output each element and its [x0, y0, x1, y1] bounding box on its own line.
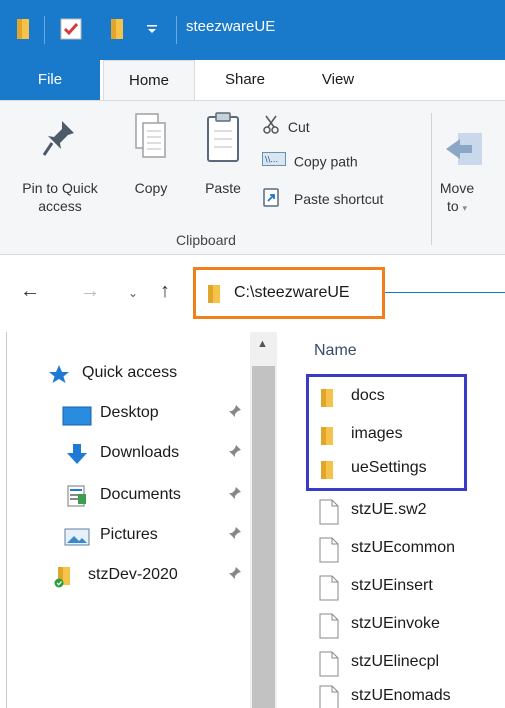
file-list: Name docs images ueSettings stzUE.sw2 st…: [277, 332, 505, 708]
file-name: stzUElinecpl: [351, 653, 440, 670]
paste-shortcut-button[interactable]: Paste shortcut: [262, 187, 383, 211]
folder-name: docs: [351, 387, 385, 404]
tab-file[interactable]: File: [0, 60, 100, 100]
synced-folder-icon: [54, 566, 74, 593]
move-to-label-line1: Move: [439, 180, 475, 196]
folder-name: ueSettings: [351, 459, 427, 476]
nav-pane-scrollbar[interactable]: ▲: [250, 332, 277, 708]
title-separator-2: [176, 16, 177, 44]
file-name: stzUEnomads: [351, 687, 451, 704]
nav-quick-access-label: Quick access: [82, 364, 178, 381]
navigation-pane: Quick access Desktop Downloads Documents: [0, 332, 250, 708]
copy-path-button[interactable]: \\... Copy path: [262, 151, 358, 170]
window-title: steezwareUE: [186, 18, 276, 35]
svg-text:\\...: \\...: [265, 155, 278, 164]
folder-name: images: [351, 425, 403, 442]
file-name: stzUEcommon: [351, 539, 456, 556]
navigation-bar: ← → ⌄ ↑ C:\steezwareUE: [0, 256, 505, 332]
nav-item-downloads[interactable]: Downloads: [62, 440, 250, 468]
downloads-icon: [66, 443, 88, 470]
pinned-icon: [228, 444, 242, 463]
file-name: stzUEinvoke: [351, 615, 440, 632]
tab-home[interactable]: Home: [103, 60, 195, 101]
nav-item-pictures-label: Pictures: [100, 526, 158, 543]
tab-share[interactable]: Share: [210, 60, 280, 100]
back-arrow-icon[interactable]: ←: [20, 280, 40, 303]
copy-button[interactable]: Copy: [128, 111, 174, 197]
move-to-label-line2: to ▾: [446, 198, 468, 214]
address-path: C:\steezwareUE: [234, 284, 350, 301]
folder-icon: [14, 18, 32, 44]
ribbon-tabs: File Home Share View: [0, 60, 505, 101]
paste-shortcut-label: Paste shortcut: [293, 191, 384, 207]
nav-quick-access[interactable]: Quick access: [48, 360, 238, 388]
file-icon: [319, 499, 339, 530]
nav-item-stzdev-2020[interactable]: stzDev-2020: [54, 562, 250, 590]
pin-label-line1: Pin to Quick: [22, 180, 98, 196]
copy-path-icon: \\...: [262, 152, 290, 170]
documents-icon: [66, 485, 88, 512]
forward-arrow-icon[interactable]: →: [80, 280, 100, 303]
nav-item-documents[interactable]: Documents: [62, 482, 250, 510]
ribbon: Pin to Quick access Copy Paste Cut \\...…: [0, 100, 505, 255]
customize-toolbar-icon[interactable]: [146, 22, 158, 39]
file-icon: [319, 537, 339, 568]
paste-icon: [196, 111, 250, 169]
nav-item-documents-label: Documents: [100, 486, 181, 503]
folder-icon: [319, 460, 335, 485]
pin-label-line2: access: [38, 198, 82, 214]
scrollbar-thumb[interactable]: [252, 366, 275, 708]
pinned-icon: [228, 566, 242, 585]
scroll-up-icon[interactable]: ▲: [257, 338, 268, 350]
file-icon: [319, 575, 339, 606]
nav-item-desktop-label: Desktop: [100, 404, 159, 421]
cut-label: Cut: [287, 119, 310, 135]
recent-locations-chevron-icon[interactable]: ⌄: [128, 286, 138, 300]
column-header-name[interactable]: Name: [314, 342, 357, 360]
nav-item-downloads-label: Downloads: [100, 444, 180, 461]
copy-path-label: Copy path: [293, 153, 358, 170]
pinned-icon: [228, 526, 242, 545]
file-icon: [319, 685, 339, 708]
move-to-icon: [432, 129, 482, 169]
folder-icon: [319, 426, 335, 451]
desktop-icon: [62, 406, 92, 431]
up-arrow-icon[interactable]: ↑: [160, 280, 170, 303]
tab-view[interactable]: View: [308, 60, 368, 100]
organize-group: Move to ▾: [432, 101, 505, 254]
address-bar[interactable]: C:\steezwareUE: [193, 267, 385, 319]
clipboard-group-label: Clipboard: [176, 232, 236, 248]
paste-shortcut-icon: [262, 187, 290, 211]
dropdown-arrow-icon: ▾: [462, 203, 468, 213]
cut-button[interactable]: Cut: [262, 115, 310, 139]
pin-icon: [10, 117, 110, 169]
new-folder-icon[interactable]: [108, 18, 126, 44]
nav-item-stzdev-2020-label: stzDev-2020: [88, 566, 178, 583]
title-separator: [44, 16, 45, 44]
copy-icon: [128, 111, 174, 169]
title-bar: steezwareUE: [0, 0, 505, 60]
properties-icon[interactable]: [60, 18, 82, 44]
copy-label: Copy: [134, 180, 168, 196]
pinned-icon: [228, 486, 242, 505]
folder-icon: [319, 388, 335, 413]
file-icon: [319, 651, 339, 682]
pane-left-border: [6, 332, 7, 708]
paste-label: Paste: [205, 180, 241, 196]
nav-item-pictures[interactable]: Pictures: [62, 522, 250, 550]
move-to-button[interactable]: Move to ▾: [432, 129, 482, 217]
pinned-icon: [228, 404, 242, 423]
star-icon: [48, 364, 70, 389]
address-bar-edge: [385, 292, 505, 293]
pictures-icon: [64, 528, 90, 551]
address-folder-icon: [206, 284, 222, 308]
file-name: stzUEinsert: [351, 577, 433, 594]
scissors-icon: [262, 115, 284, 139]
pin-to-quick-access-button[interactable]: Pin to Quick access: [10, 117, 110, 215]
nav-item-desktop[interactable]: Desktop: [62, 400, 250, 428]
paste-button[interactable]: Paste: [196, 111, 250, 197]
file-name: stzUE.sw2: [351, 501, 427, 518]
file-icon: [319, 613, 339, 644]
